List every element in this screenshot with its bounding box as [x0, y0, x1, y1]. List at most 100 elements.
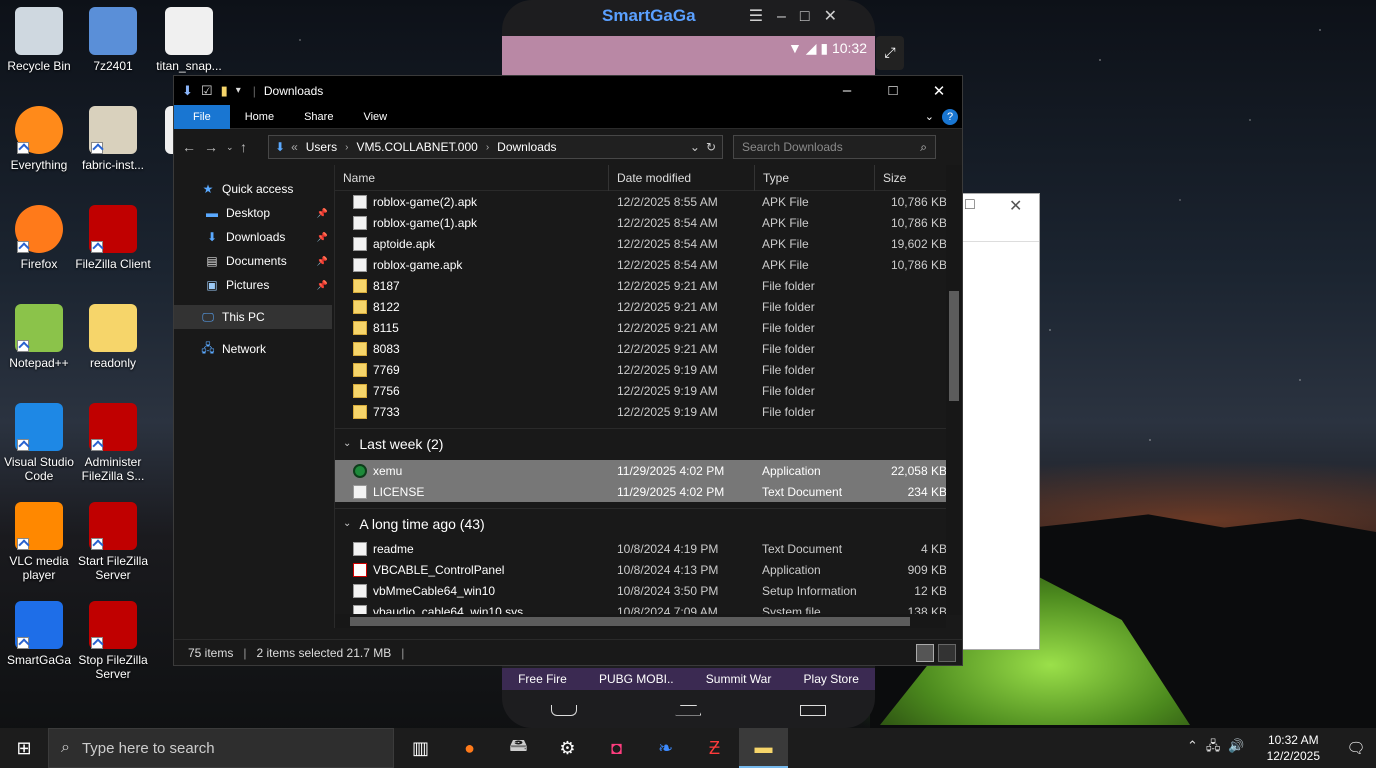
minimize-button[interactable]: –	[824, 76, 870, 105]
column-name[interactable]: Name	[335, 165, 609, 191]
network-drive-icon[interactable]: 🖴	[494, 728, 543, 768]
file-row[interactable]: roblox-game.apk 12/2/2025 8:54 AM APK File…	[335, 254, 962, 275]
file-row[interactable]: 8115 12/2/2025 9:21 AM File folder	[335, 317, 962, 338]
back-arrow-icon[interactable]: ←	[182, 139, 204, 155]
notification-icon[interactable]: 🗨	[1336, 739, 1376, 757]
properties-icon[interactable]: ☑	[201, 83, 213, 99]
file-row[interactable]: LICENSE 11/29/2025 4:02 PM Text Document 23…	[335, 481, 962, 502]
sidebar-item-network[interactable]: 🖧 Network	[174, 337, 332, 361]
vertical-scrollbar[interactable]	[946, 165, 962, 615]
breadcrumb-user[interactable]: VM5.COLLABNET.000	[356, 140, 477, 154]
file-explorer-icon[interactable]: ▬	[739, 728, 788, 768]
forward-arrow-icon[interactable]: →	[204, 139, 226, 155]
home-icon[interactable]	[675, 704, 702, 716]
desktop-icon-3[interactable]: Everything	[0, 106, 78, 172]
tray-icons[interactable]: ⌃🖧🔊	[1187, 737, 1253, 759]
new-folder-icon[interactable]: ▮	[221, 83, 228, 99]
scrollbar-thumb[interactable]	[949, 291, 959, 401]
ribbon-expand-icon[interactable]: ⌄	[917, 105, 942, 129]
app-play-store[interactable]: Play Store	[804, 672, 859, 686]
column-size[interactable]: Size	[875, 165, 947, 191]
close-icon[interactable]: ✕	[1009, 196, 1022, 216]
windows-start-icon[interactable]: ⊞	[0, 728, 48, 768]
filezilla-icon[interactable]: Ƶ	[690, 728, 739, 768]
up-arrow-icon[interactable]: ↑	[240, 139, 262, 155]
desktop-icon-8[interactable]: Notepad++	[0, 304, 78, 370]
back-icon[interactable]	[551, 704, 578, 716]
tab-view[interactable]: View	[348, 105, 402, 129]
group-header-long-ago[interactable]: ⌄ A long time ago (43)	[335, 508, 962, 538]
tab-home[interactable]: Home	[230, 105, 289, 129]
desktop-icon-6[interactable]: Firefox	[0, 205, 78, 271]
sidebar-item-downloads[interactable]: ⬇ Downloads 📌	[174, 225, 332, 249]
recents-icon[interactable]	[799, 704, 826, 716]
refresh-icon[interactable]: ↻	[706, 140, 716, 154]
details-view-icon[interactable]	[916, 644, 934, 662]
file-row[interactable]: xemu 11/29/2025 4:02 PM Application 22,058 …	[335, 460, 962, 481]
maximize-button[interactable]: □	[870, 76, 916, 105]
chevron-down-icon[interactable]: ⌄	[690, 140, 700, 154]
background-window[interactable]: □ ✕	[960, 193, 1040, 650]
address-bar[interactable]: ⬇ « Users › VM5.COLLABNET.000 › Download…	[268, 135, 723, 159]
desktop-icon-7[interactable]: FileZilla Client	[74, 205, 152, 271]
emulator-screen[interactable]: ▼ ◢ ▮ 10:32	[502, 36, 875, 76]
desktop-icon-0[interactable]: Recycle Bin	[0, 7, 78, 73]
address-overflow[interactable]: «	[291, 140, 298, 154]
emulator-window-controls[interactable]: ☰–□✕	[749, 6, 851, 26]
sidebar-item-documents[interactable]: ▤ Documents 📌	[174, 249, 332, 273]
desktop-icon-11[interactable]: Administer FileZilla S...	[74, 403, 152, 483]
desktop-icon-9[interactable]: readonly	[74, 304, 152, 370]
app-free-fire[interactable]: Free Fire	[518, 672, 567, 686]
clock[interactable]: 10:32 AM 12/2/2025	[1267, 732, 1320, 764]
desktop-icon-1[interactable]: 7z2401	[74, 7, 152, 73]
file-row[interactable]: 8187 12/2/2025 9:21 AM File folder	[335, 275, 962, 296]
large-icons-view-icon[interactable]	[938, 644, 956, 662]
tab-share[interactable]: Share	[289, 105, 348, 129]
close-button[interactable]: ✕	[916, 76, 962, 105]
taskbar-search-box[interactable]: ⌕ Type here to search	[48, 728, 394, 768]
breadcrumb-users[interactable]: Users	[306, 140, 337, 154]
breadcrumb-downloads[interactable]: Downloads	[497, 140, 556, 154]
file-row[interactable]: roblox-game(1).apk 12/2/2025 8:54 AM APK F…	[335, 212, 962, 233]
group-header-last-week[interactable]: ⌄ Last week (2)	[335, 428, 962, 458]
file-row[interactable]: readme 10/8/2024 4:19 PM Text Document 4 KB	[335, 538, 962, 559]
sidebar-item-desktop[interactable]: ▬ Desktop 📌	[174, 201, 332, 225]
settings-gear-icon[interactable]: ⚙	[543, 728, 592, 768]
file-row[interactable]: 7769 12/2/2025 9:19 AM File folder	[335, 359, 962, 380]
file-explorer-window[interactable]: ⬇ ☑ ▮ ▾ | Downloads – □ ✕ File Home Shar…	[173, 75, 963, 666]
file-row[interactable]: vbMmeCable64_win10 10/8/2024 3:50 PM Setup…	[335, 580, 962, 601]
customize-quick-access-icon[interactable]: ▾	[236, 85, 241, 96]
file-row[interactable]: roblox-game(2).apk 12/2/2025 8:55 AM APK F…	[335, 191, 962, 212]
app-summit-war[interactable]: Summit War	[706, 672, 772, 686]
file-row[interactable]: 7756 12/2/2025 9:19 AM File folder	[335, 380, 962, 401]
file-row[interactable]: 8083 12/2/2025 9:21 AM File folder	[335, 338, 962, 359]
column-date-modified[interactable]: Date modified	[609, 165, 755, 191]
maximize-icon[interactable]: □	[965, 196, 975, 214]
sidebar-item-quick-access[interactable]: ★ Quick access	[174, 177, 332, 201]
sidebar-item-this-pc[interactable]: 🖵 This PC	[174, 305, 332, 329]
recent-locations-icon[interactable]: ⌄	[226, 142, 240, 153]
scrollbar-thumb[interactable]	[350, 617, 910, 626]
desktop-icon-13[interactable]: Start FileZilla Server	[74, 502, 152, 582]
horizontal-scrollbar[interactable]	[335, 614, 946, 628]
file-row[interactable]: VBCABLE_ControlPanel 10/8/2024 4:13 PM App…	[335, 559, 962, 580]
desktop-icon-4[interactable]: fabric-inst...	[74, 106, 152, 172]
firefox-icon[interactable]: ●	[445, 728, 494, 768]
desktop-icon-12[interactable]: VLC media player	[0, 502, 78, 582]
help-icon[interactable]: ?	[942, 108, 958, 125]
file-row[interactable]: aptoide.apk 12/2/2025 8:54 AM APK File 19,6…	[335, 233, 962, 254]
desktop-icon-15[interactable]: Stop FileZilla Server	[74, 601, 152, 681]
column-type[interactable]: Type	[755, 165, 875, 191]
app-icon[interactable]: ◘	[592, 728, 641, 768]
search-input[interactable]: Search Downloads ⌕	[733, 135, 936, 159]
file-row[interactable]: 8122 12/2/2025 9:21 AM File folder	[335, 296, 962, 317]
sidebar-item-pictures[interactable]: ▣ Pictures 📌	[174, 273, 332, 297]
app-pubg[interactable]: PUBG MOBI..	[599, 672, 674, 686]
explorer-titlebar[interactable]: ⬇ ☑ ▮ ▾ | Downloads – □ ✕	[174, 76, 962, 105]
fullscreen-icon[interactable]: ⤢	[876, 36, 904, 70]
desktop-icon-10[interactable]: Visual Studio Code	[0, 403, 78, 483]
file-row[interactable]: 7733 12/2/2025 9:19 AM File folder	[335, 401, 962, 422]
desktop-icon-2[interactable]: titan_snap...	[150, 7, 228, 73]
desktop-icon-14[interactable]: SmartGaGa	[0, 601, 78, 667]
task-view-icon[interactable]: ▥	[396, 728, 445, 768]
